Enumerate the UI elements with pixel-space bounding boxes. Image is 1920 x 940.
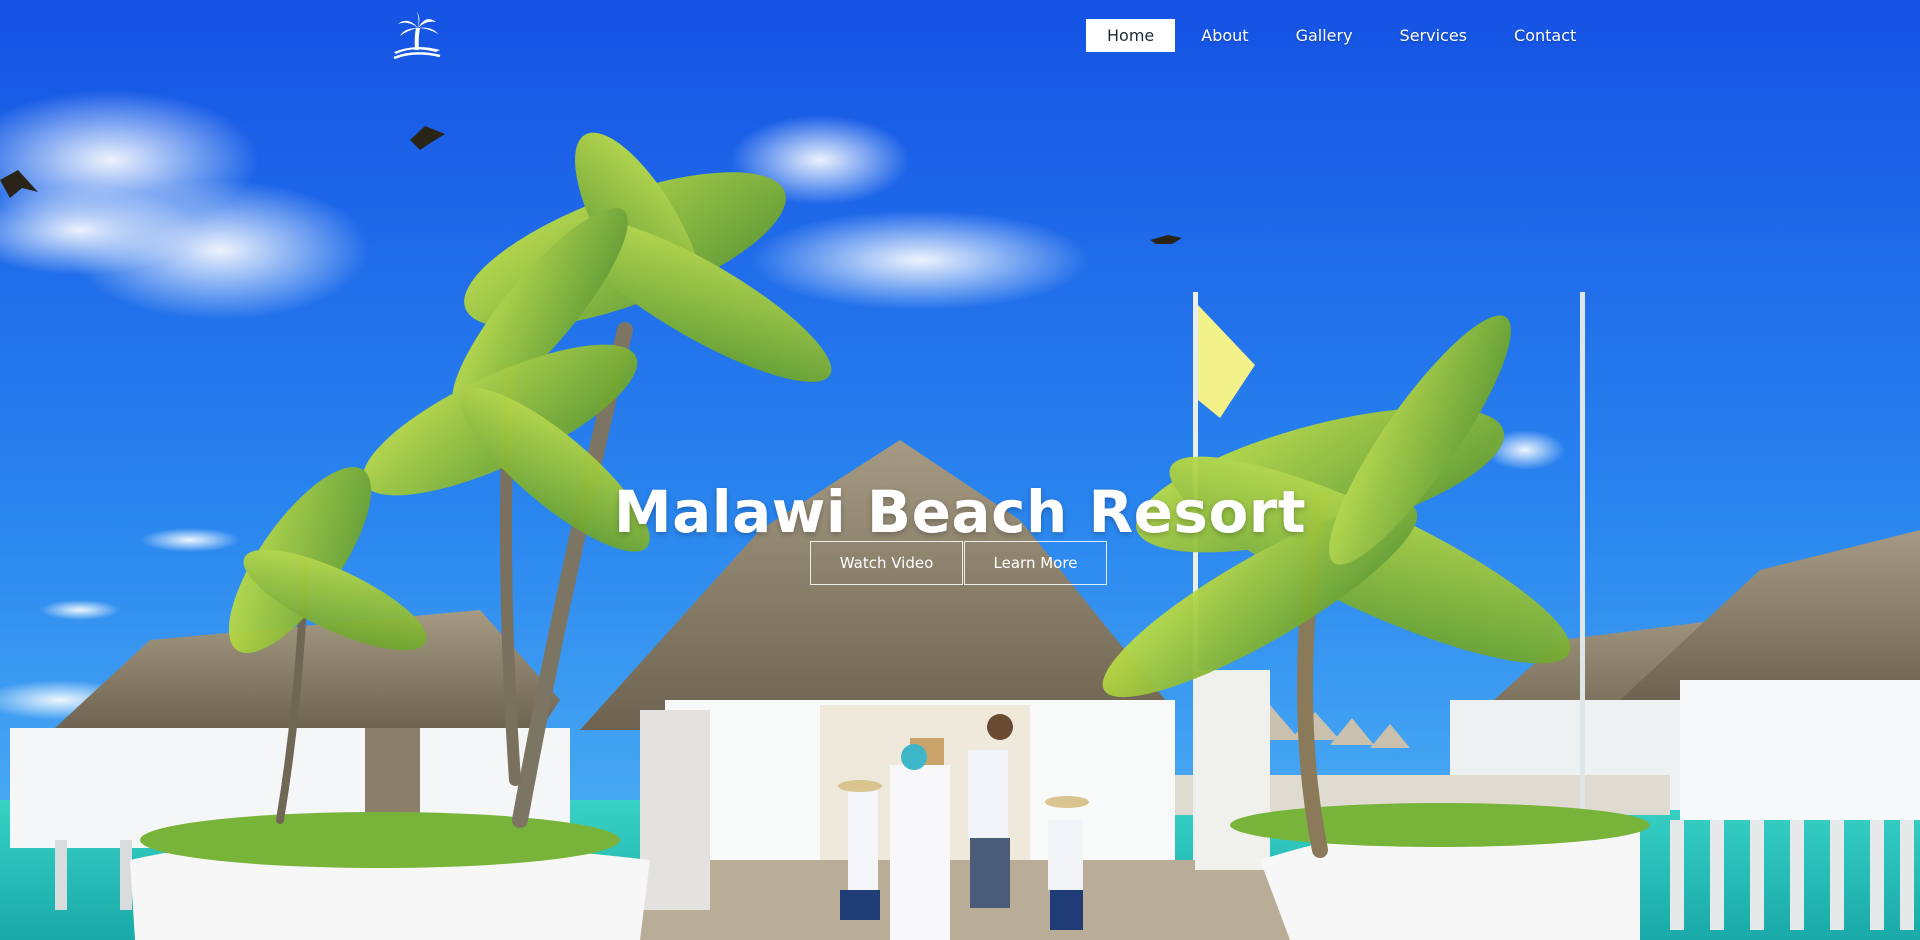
nav-gallery-link[interactable]: Gallery — [1275, 19, 1374, 52]
palm-tree-logo-icon[interactable] — [390, 10, 444, 62]
nav-contact-link[interactable]: Contact — [1493, 19, 1597, 52]
hero-cta-group: Watch Video Learn More — [810, 541, 1107, 585]
nav-about-link[interactable]: About — [1180, 19, 1269, 52]
nav-services-link[interactable]: Services — [1379, 19, 1488, 52]
nav-home-link[interactable]: Home — [1086, 19, 1176, 52]
hero-section: Home About Gallery Services Contact Mala… — [0, 0, 1920, 940]
hero-background-image — [0, 0, 1920, 940]
learn-more-button[interactable]: Learn More — [964, 541, 1107, 585]
main-nav: Home About Gallery Services Contact — [1086, 19, 1602, 52]
watch-video-button[interactable]: Watch Video — [810, 541, 963, 585]
hero-title: Malawi Beach Resort — [613, 477, 1307, 546]
